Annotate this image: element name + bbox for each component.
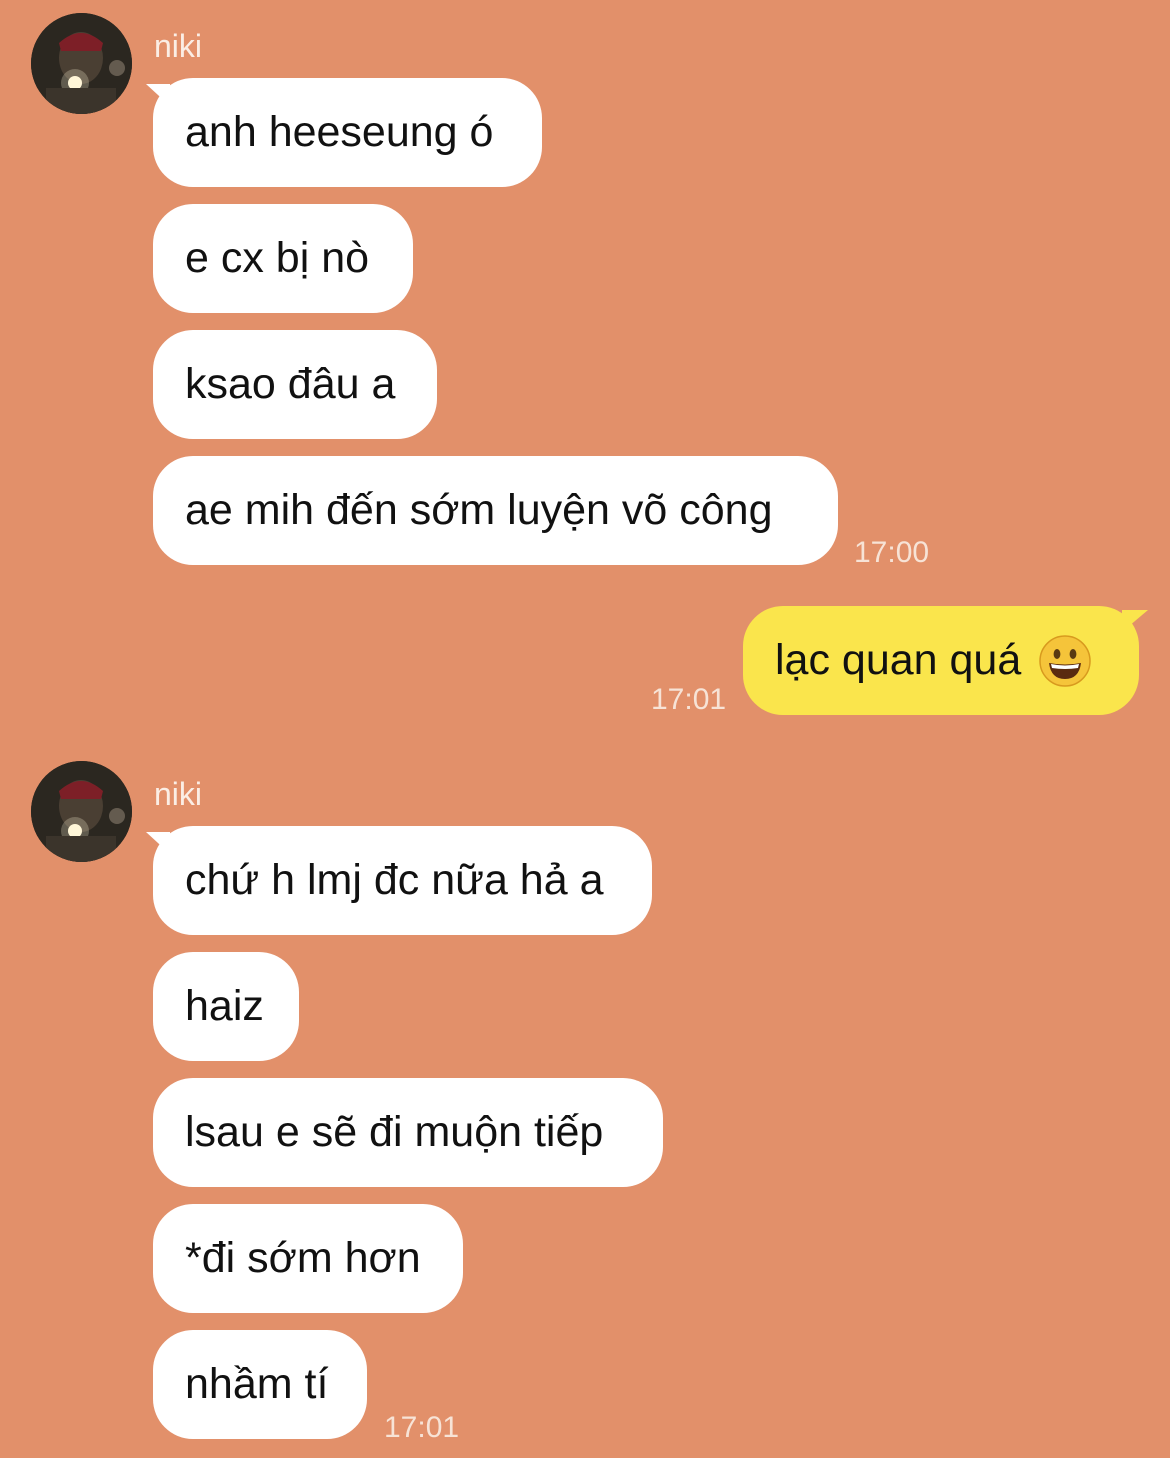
message-bubble[interactable]: lạc quan quá bbox=[743, 606, 1139, 715]
message-bubble[interactable]: haiz bbox=[153, 952, 299, 1061]
message-bubble[interactable]: ae mih đến sớm luyện võ công bbox=[153, 456, 838, 565]
message-text: ae mih đến sớm luyện võ công bbox=[185, 486, 773, 534]
message-text: anh heeseung ó bbox=[185, 108, 494, 156]
message-timestamp: 17:00 bbox=[854, 536, 930, 569]
message-bubble[interactable]: e cx bị nò bbox=[153, 204, 413, 313]
message-bubble[interactable]: anh heeseung ó bbox=[153, 78, 542, 187]
message-text: lạc quan quá bbox=[775, 636, 1022, 684]
avatar[interactable] bbox=[31, 13, 132, 114]
message-text: chứ h lmj đc nữa hả a bbox=[185, 856, 604, 904]
message-text: haiz bbox=[185, 982, 264, 1030]
message-text: ksao đâu a bbox=[185, 360, 396, 408]
message-bubble[interactable]: *đi sớm hơn bbox=[153, 1204, 463, 1313]
message-timestamp: 17:01 bbox=[651, 683, 727, 716]
avatar[interactable] bbox=[31, 761, 132, 862]
sender-name: niki bbox=[154, 28, 203, 64]
message-text: nhầm tí bbox=[185, 1360, 329, 1408]
message-bubble[interactable]: lsau e sẽ đi muộn tiếp bbox=[153, 1078, 663, 1187]
message-text: *đi sớm hơn bbox=[185, 1234, 421, 1282]
message-bubble[interactable]: chứ h lmj đc nữa hả a bbox=[153, 826, 652, 935]
message-text: e cx bị nò bbox=[185, 234, 370, 282]
message-bubble[interactable]: ksao đâu a bbox=[153, 330, 437, 439]
message-bubble[interactable]: nhầm tí bbox=[153, 1330, 367, 1439]
message-text: lsau e sẽ đi muộn tiếp bbox=[185, 1108, 604, 1156]
grinning-face-emoji-icon bbox=[1039, 634, 1092, 687]
sender-name: niki bbox=[154, 776, 203, 812]
avatar-photo-icon bbox=[31, 13, 132, 114]
message-timestamp: 17:01 bbox=[384, 1411, 460, 1444]
avatar-photo-icon bbox=[31, 761, 132, 862]
